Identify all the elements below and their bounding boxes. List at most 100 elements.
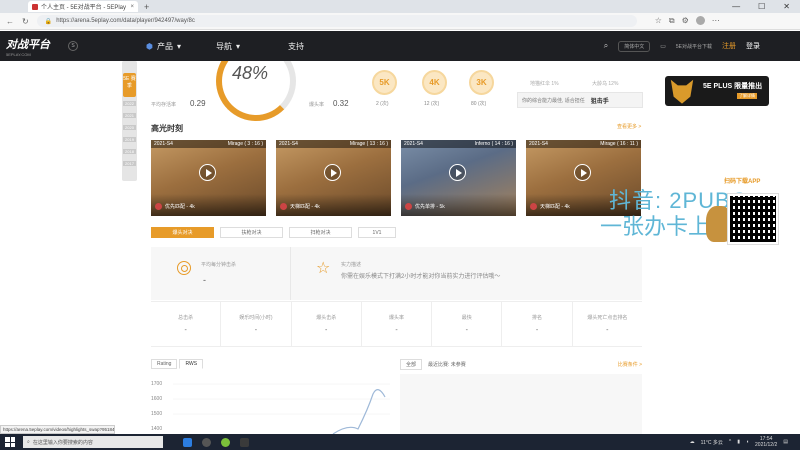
nav-guide[interactable]: 导航 ▾: [216, 41, 240, 52]
menu-icon[interactable]: ⋯: [712, 16, 720, 26]
play-icon[interactable]: [199, 164, 216, 181]
chart-tab-rating[interactable]: Rating: [151, 359, 178, 369]
address-bar: ← ↻ 🔒 https://arena.5eplay.com/data/play…: [0, 13, 800, 30]
volume-icon[interactable]: ◖: [746, 439, 749, 445]
avg-kill-label: 平均每分钟击杀: [201, 262, 237, 268]
extensions-icon[interactable]: ⚙: [682, 16, 689, 26]
matches-tab-all[interactable]: 全部: [400, 359, 423, 370]
nav-support[interactable]: 支持: [288, 41, 304, 52]
highlight-card[interactable]: 2021-S4 Inferno ( 14 : 16 ) 优先单排 - 5k: [401, 140, 516, 216]
metric-cell: 爆头率 -: [362, 302, 433, 346]
timeline-year[interactable]: 2021: [123, 113, 136, 118]
5e-app-icon[interactable]: [240, 437, 249, 447]
star-icon: ☆: [316, 260, 331, 277]
obs-app-icon[interactable]: [202, 437, 211, 447]
timeline-year[interactable]: 2018: [123, 149, 136, 154]
back-icon[interactable]: ←: [6, 17, 14, 26]
close-tab-icon[interactable]: ×: [130, 4, 134, 10]
survival-rate-label: 平均存活率: [151, 102, 177, 108]
maximize-icon[interactable]: ☐: [758, 2, 765, 11]
y-tick: 1400: [151, 426, 163, 432]
nav-support-label: 支持: [288, 41, 304, 51]
refresh-icon[interactable]: ↻: [22, 17, 29, 26]
card-season: 2021-S4: [154, 141, 173, 147]
recent-matches-info: 最近比赛: 未参赛: [428, 362, 466, 368]
register-link[interactable]: 注册: [722, 41, 736, 51]
timeline-year[interactable]: 2022: [123, 101, 136, 106]
windows-taskbar: ⌕ 在这里输入你要搜索的内容 ☁ 11°C 多云 ^ ▮ ◖ 17:54 202…: [0, 434, 800, 450]
highlight-card[interactable]: 2021-S4 Mirage ( 3 : 16 ) 优先匹配 - 4k: [151, 140, 266, 216]
search-icon[interactable]: ⌕: [604, 41, 608, 51]
notification-icon[interactable]: ▤: [783, 439, 788, 445]
chart-tab-rws[interactable]: RWS: [179, 359, 204, 369]
plus-promo-banner[interactable]: 5E PLUS 限量推出 了解详情: [665, 76, 769, 106]
filter-tab[interactable]: 扫枪对决: [289, 227, 352, 238]
language-selector[interactable]: 简体中文: [618, 40, 651, 52]
login-link[interactable]: 登录: [746, 41, 760, 51]
rank-note: 大龄乌 12%: [592, 81, 619, 87]
taskbar-clock[interactable]: 17:54 2021/12/2: [755, 436, 777, 448]
highlight-card[interactable]: 2021-S4 Mirage ( 13 : 16 ) 天梯匹配 - 4k: [276, 140, 391, 216]
play-icon[interactable]: [324, 164, 341, 181]
favorite-icon[interactable]: ☆: [655, 16, 662, 26]
nav-products[interactable]: ⬢ 产品 ▾: [146, 41, 181, 52]
weather-text[interactable]: 11°C 多云: [701, 439, 723, 446]
url-text: https://arena.5eplay.com/data/player/942…: [56, 18, 195, 24]
play-icon[interactable]: [574, 164, 591, 181]
headshot-rate-value: 0.32: [333, 99, 349, 108]
card-season: 2021-S4: [404, 141, 423, 147]
practice-filter-tabs: 爆头对决 扶枪对决 扫枪对决 1V1: [151, 227, 396, 238]
chrome-app-icon[interactable]: [221, 437, 230, 447]
metric-value: -: [465, 327, 468, 334]
card-season: 2021-S4: [279, 141, 298, 147]
network-icon[interactable]: ▮: [737, 439, 740, 445]
new-tab-button[interactable]: +: [144, 2, 149, 12]
taskbar-search[interactable]: ⌕ 在这里输入你要搜索的内容: [23, 436, 163, 448]
medal-3k-count: 80 (次): [471, 101, 487, 107]
highlights-more-link[interactable]: 查看更多 >: [617, 123, 641, 130]
windows-start-icon[interactable]: [5, 437, 15, 447]
app-download-qr[interactable]: 扫码下载APP: [706, 176, 779, 254]
metric-cell: 爆头击杀 -: [292, 302, 362, 346]
metric-cell: 娱乐时间(小时) -: [221, 302, 292, 346]
survival-rate-value: 0.29: [190, 99, 206, 108]
medal-3k: 3K: [469, 70, 494, 95]
metric-value: -: [395, 327, 398, 334]
timeline-season-badge[interactable]: 5E 赛季: [123, 73, 136, 97]
site-favicon-icon: [32, 3, 38, 10]
rating-chart: Rating RWS 1700 1600 1500 1400: [151, 359, 390, 434]
card-mode: 天梯匹配 - 4k: [540, 204, 570, 210]
edge-app-icon[interactable]: [183, 437, 192, 447]
play-icon[interactable]: [449, 164, 466, 181]
filter-tab[interactable]: 扶枪对决: [220, 227, 283, 238]
qr-code-icon: [727, 193, 779, 245]
browser-tab[interactable]: 个人主页 - 5E对战平台 - 5EPlay ×: [28, 1, 138, 12]
minimize-icon[interactable]: —: [732, 2, 740, 11]
main-content: 5E 赛季 2022 2021 2020 2019 2018 2017 平均存活…: [0, 61, 800, 434]
metric-label: 最快: [461, 315, 472, 321]
browser-tab-bar: 个人主页 - 5E对战平台 - 5EPlay × + — ☐ ✕: [0, 0, 800, 13]
filter-tab[interactable]: 1V1: [358, 227, 396, 238]
filter-tab[interactable]: 爆头对决: [151, 227, 214, 238]
url-field[interactable]: 🔒 https://arena.5eplay.com/data/player/9…: [36, 15, 637, 27]
profile-avatar[interactable]: [695, 16, 705, 25]
metric-label: 排名: [532, 315, 543, 321]
metric-cell: 总击杀 -: [151, 302, 222, 346]
region-badge[interactable]: S: [68, 41, 78, 51]
card-map: Inferno ( 14 : 16 ): [474, 141, 513, 147]
timeline-year[interactable]: 2020: [123, 125, 136, 130]
metric-label: 爆头击杀: [316, 315, 337, 321]
match-filter-link[interactable]: 比赛条件 >: [618, 361, 642, 368]
card-mode: 优先单排 - 5k: [415, 204, 445, 210]
medal-5k: 5K: [372, 70, 397, 95]
season-timeline: 5E 赛季 2022 2021 2020 2019 2018 2017: [122, 61, 137, 181]
metric-value: -: [606, 327, 609, 334]
site-logo[interactable]: 对战平台 5EPLAY.COM: [6, 35, 64, 57]
collections-icon[interactable]: ⧉: [669, 16, 675, 26]
timeline-year[interactable]: 2019: [123, 137, 136, 142]
download-link[interactable]: 5E对战平台下载: [676, 43, 712, 50]
tray-up-icon[interactable]: ^: [729, 439, 731, 445]
close-window-icon[interactable]: ✕: [783, 2, 790, 11]
promo-button[interactable]: 了解详情: [737, 93, 757, 99]
timeline-year[interactable]: 2017: [123, 161, 136, 166]
